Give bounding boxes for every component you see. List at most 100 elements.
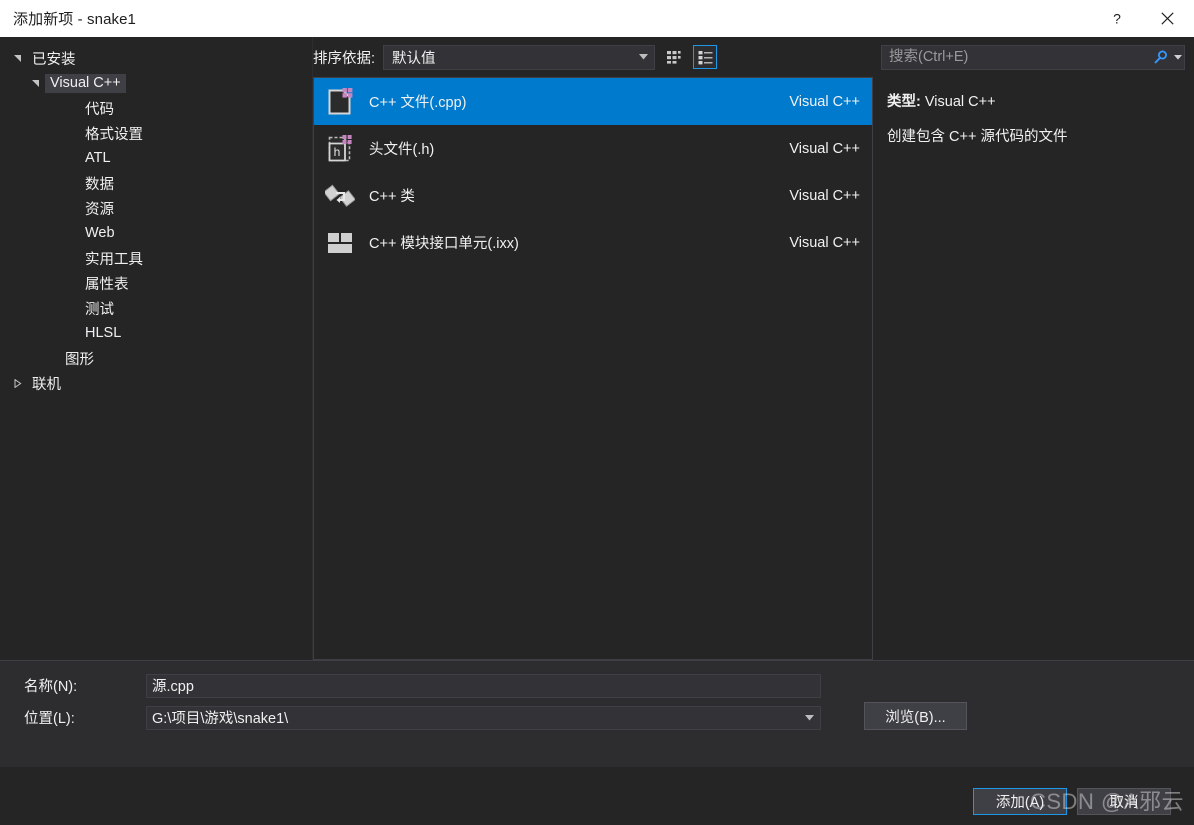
tree-item-label: 联机 <box>32 376 61 393</box>
tree-item-label: 数据 <box>85 176 114 193</box>
list-toolbar: 排序依据: 默认值 <box>313 37 873 77</box>
dialog-body: 已安装 Visual C++ 代码格式设置 ATL 数据资源 Web 实用工具属性表测试 HL… <box>0 37 1194 660</box>
cpp-class-icon <box>323 179 357 213</box>
tree-item-2[interactable]: 代码 <box>0 96 312 121</box>
name-row: 名称(N): 源.cpp <box>0 672 1194 699</box>
titlebar-buttons: ? <box>1094 0 1194 37</box>
tree-item-3[interactable]: 格式设置 <box>0 121 312 146</box>
tree-item-11[interactable]: HLSL <box>0 321 312 346</box>
details-pane: 类型: Visual C++ 创建包含 C++ 源代码的文件 <box>873 37 1194 660</box>
cancel-button[interactable]: 取消 <box>1077 788 1171 815</box>
chevron-down-icon <box>638 54 648 60</box>
tree-item-6[interactable]: 资源 <box>0 196 312 221</box>
close-button[interactable] <box>1140 0 1194 37</box>
help-button[interactable]: ? <box>1094 0 1140 37</box>
tree-item-label: 格式设置 <box>85 126 143 143</box>
svg-text:?: ? <box>1113 11 1121 27</box>
tree-item-5[interactable]: 数据 <box>0 171 312 196</box>
sort-by-value: 默认值 <box>392 50 436 67</box>
location-input[interactable]: G:\项目\游戏\snake1\ <box>146 705 821 730</box>
close-icon <box>1160 12 1174 25</box>
list-item[interactable]: C++ 文件(.cpp) Visual C++ <box>314 78 872 125</box>
dialog-title: 添加新项 - snake1 <box>13 11 136 28</box>
tree-item-label: HLSL <box>85 325 122 341</box>
dialog-footer: 添加(A) 取消 <box>0 767 1194 825</box>
template-type-value: Visual C++ <box>924 94 996 110</box>
cpp-file-icon <box>328 87 353 114</box>
tree-item-4[interactable]: ATL <box>0 146 312 171</box>
name-input[interactable]: 源.cpp <box>146 673 821 698</box>
tree-item-10[interactable]: 测试 <box>0 296 312 321</box>
tree-item-label: 测试 <box>85 301 114 318</box>
list-item-name: C++ 模块接口单元(.ixx) <box>369 236 519 252</box>
tree-item-9[interactable]: 属性表 <box>0 271 312 296</box>
tree-item-label: 实用工具 <box>85 251 143 268</box>
name-label: 名称(N): <box>24 679 78 695</box>
tree-item-0[interactable]: 已安装 <box>0 46 312 71</box>
template-list[interactable]: C++ 文件(.cpp) Visual C++ h 头文件(.h) Visual C++… <box>313 77 873 660</box>
location-row: 位置(L): G:\项目\游戏\snake1\ <box>0 704 1194 731</box>
tree-item-label: 资源 <box>85 201 114 218</box>
list-item-category: Visual C++ <box>789 234 860 251</box>
svg-text:h: h <box>334 145 341 159</box>
list-item-category: Visual C++ <box>789 187 860 204</box>
tree-item-label: Web <box>85 225 115 241</box>
sort-by-label: 排序依据: <box>313 50 376 67</box>
chevron-down-icon <box>804 714 814 721</box>
tree-item-label: 代码 <box>85 101 114 118</box>
browse-button[interactable]: 浏览(B)... <box>864 702 967 730</box>
grid-view-button[interactable] <box>662 45 686 69</box>
template-list-pane: 排序依据: 默认值 C++ 文件(.cpp) Visual C++ h 头文件(… <box>313 37 873 660</box>
search-box[interactable] <box>881 44 1185 70</box>
list-item[interactable]: C++ 模块接口单元(.ixx) Visual C++ <box>314 219 872 266</box>
tree-item-label: 属性表 <box>85 276 129 293</box>
details-body: 类型: Visual C++ 创建包含 C++ 源代码的文件 <box>873 77 1194 660</box>
list-item[interactable]: C++ 类 Visual C++ <box>314 172 872 219</box>
triangle-down-icon[interactable] <box>28 79 43 88</box>
template-type-line: 类型: Visual C++ <box>887 93 1182 111</box>
chevron-down-icon <box>1173 54 1182 60</box>
tree-item-label: Visual C++ <box>45 74 126 93</box>
tree-item-label: 已安装 <box>32 51 76 68</box>
list-item-category: Visual C++ <box>789 140 860 157</box>
tree-item-12[interactable]: 图形 <box>0 346 312 371</box>
list-view-icon <box>698 50 713 64</box>
cpp-module-icon <box>328 232 352 253</box>
item-form: 名称(N): 源.cpp 位置(L): G:\项目\游戏\snake1\ 浏览(… <box>0 660 1194 767</box>
tree-item-7[interactable]: Web <box>0 221 312 246</box>
tree-item-8[interactable]: 实用工具 <box>0 246 312 271</box>
cpp-file-icon <box>323 85 357 119</box>
tree-item-1[interactable]: Visual C++ <box>0 71 312 96</box>
sort-by-select[interactable]: 默认值 <box>383 44 656 70</box>
tree-item-label: 图形 <box>65 351 94 368</box>
location-label: 位置(L): <box>24 711 75 727</box>
list-item-name: 头文件(.h) <box>369 142 435 158</box>
triangle-right-icon[interactable] <box>10 379 25 388</box>
list-item-name: C++ 类 <box>369 189 415 205</box>
list-view-button[interactable] <box>693 45 718 69</box>
template-category-tree[interactable]: 已安装 Visual C++ 代码格式设置 ATL 数据资源 Web 实用工具属性表测试 HL… <box>0 37 313 660</box>
list-item-category: Visual C++ <box>789 93 860 110</box>
cpp-class-icon <box>325 184 355 207</box>
search-options-button[interactable] <box>1171 46 1184 69</box>
triangle-down-icon[interactable] <box>10 54 25 63</box>
search-input[interactable] <box>887 48 1149 66</box>
dialog-titlebar: 添加新项 - snake1 ? <box>0 0 1194 37</box>
search-area <box>873 37 1194 77</box>
template-description: 创建包含 C++ 源代码的文件 <box>887 129 1068 146</box>
search-icon <box>1153 50 1167 64</box>
header-file-icon: h <box>323 132 357 166</box>
name-input-value: 源.cpp <box>152 679 194 695</box>
tree-item-label: ATL <box>85 150 111 166</box>
list-item[interactable]: h 头文件(.h) Visual C++ <box>314 125 872 172</box>
question-mark-icon: ? <box>1113 11 1121 27</box>
add-button[interactable]: 添加(A) <box>973 788 1067 815</box>
template-type-label: 类型: <box>887 94 921 110</box>
add-new-item-dialog: 添加新项 - snake1 ? 已安装 Visual C++ 代码格式设置 ATL 数据… <box>0 0 1194 825</box>
grid-view-icon <box>666 50 681 64</box>
location-input-value: G:\项目\游戏\snake1\ <box>152 711 289 727</box>
cpp-module-icon <box>323 226 357 260</box>
search-button[interactable] <box>1149 46 1171 69</box>
list-item-name: C++ 文件(.cpp) <box>369 95 467 111</box>
tree-item-13[interactable]: 联机 <box>0 371 312 396</box>
